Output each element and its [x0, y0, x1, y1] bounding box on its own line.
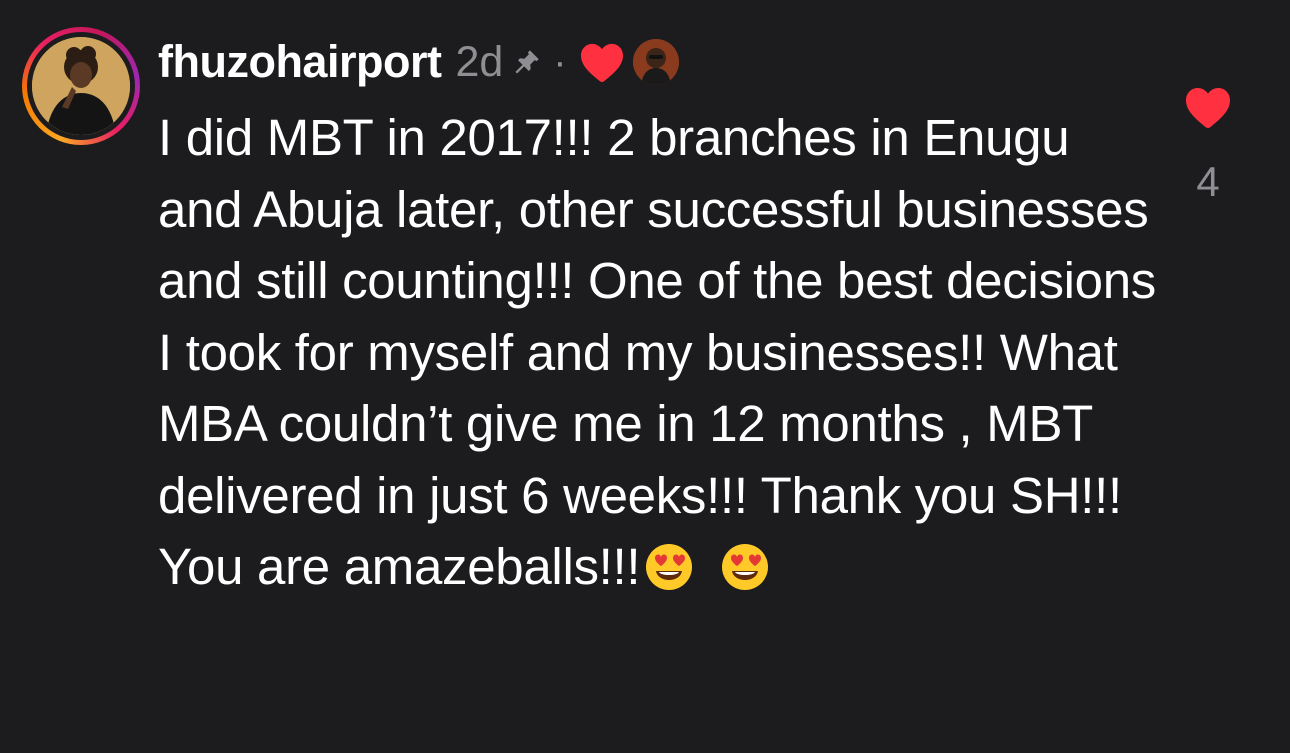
- comment-item: fhuzohairport 2d · I did MBT in 2017!!! …: [0, 0, 1290, 753]
- commenter-avatar[interactable]: [22, 27, 140, 145]
- heart-eyes-emoji-icon: [720, 539, 776, 590]
- heart-eyes-emoji-icon: [644, 539, 700, 590]
- like-control: 4: [1178, 85, 1238, 206]
- meta-separator: ·: [553, 39, 567, 84]
- like-heart-icon[interactable]: [1183, 85, 1233, 134]
- avatar-photo: [32, 37, 130, 135]
- comment-text: I did MBT in 2017!!! 2 branches in Enugu…: [158, 109, 1157, 595]
- comment-meta: fhuzohairport 2d ·: [158, 30, 679, 94]
- creator-avatar: [632, 39, 679, 85]
- heart-icon: [579, 41, 625, 83]
- comment-timestamp: 2d: [455, 37, 504, 86]
- pin-icon: [513, 48, 541, 76]
- like-count[interactable]: 4: [1196, 158, 1219, 206]
- username-link[interactable]: fhuzohairport: [158, 36, 442, 88]
- person-silhouette-icon: [32, 37, 130, 135]
- comment-body: I did MBT in 2017!!! 2 branches in Enugu…: [158, 102, 1158, 603]
